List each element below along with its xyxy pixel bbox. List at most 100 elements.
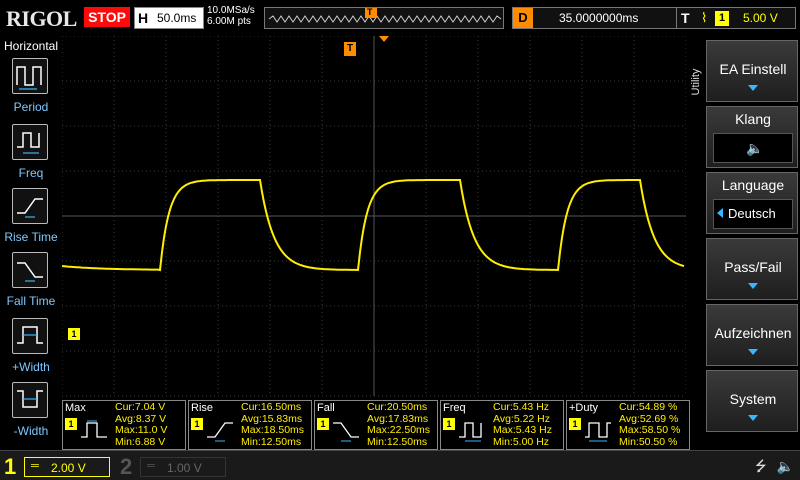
- frequency-icon: [459, 422, 482, 442]
- measure-negative-width-label: -Width: [13, 424, 49, 438]
- fall-time-icon: [333, 422, 359, 442]
- measurement-channel-badge: 1: [443, 418, 455, 430]
- frequency-icon: [12, 124, 48, 160]
- channel1-offset-marker[interactable]: 1: [68, 328, 80, 340]
- channel1-number: 1: [4, 454, 17, 479]
- measure-period-label: Period: [13, 100, 49, 114]
- measurement-maximum: Max:18.50ms: [241, 424, 305, 436]
- measurement-current: Cur:54.89 %: [619, 401, 678, 413]
- acquisition-info: 10.0MSa/s 6.00M pts: [207, 5, 263, 31]
- utility-menu: Utility EA Einstell Klang 🔈 Language Deu…: [686, 36, 800, 450]
- measure-rise-time-label: Rise Time: [4, 230, 58, 244]
- rigol-logo: RIGOL: [6, 6, 77, 31]
- measurement-minimum: Min:12.50ms: [241, 435, 302, 448]
- channel1-waveform: [61, 179, 685, 272]
- rise-time-icon: [12, 188, 48, 224]
- measure-fall-time-label: Fall Time: [6, 294, 56, 308]
- trigger-position-marker[interactable]: T: [344, 42, 356, 56]
- menu-sound-button[interactable]: Klang 🔈: [706, 106, 798, 168]
- measurement-maximum: Max:58.50 %: [619, 424, 681, 436]
- memory-trigger-marker: T: [367, 7, 373, 17]
- measurement-max[interactable]: Max 1 Cur:7.04 V Avg:8.37 V Max:11.0 V M…: [62, 400, 186, 450]
- menu-language-button[interactable]: Language Deutsch: [706, 172, 798, 234]
- menu-record-label: Aufzeichnen: [714, 325, 792, 341]
- speaker-muted-icon: 🔈: [746, 140, 764, 156]
- channel2-scale: 1.00 V: [167, 461, 202, 475]
- channel2-status[interactable]: 2 ═ 1.00 V: [116, 453, 226, 479]
- menu-io-settings-label: EA Einstell: [719, 61, 787, 77]
- timebase-box[interactable]: H 50.0ms: [134, 7, 204, 29]
- menu-pass-fail-label: Pass/Fail: [724, 259, 782, 275]
- measurement-current: Cur:20.50ms: [367, 401, 428, 413]
- max-icon: [81, 420, 107, 438]
- chevron-left-icon: [717, 208, 723, 218]
- measure-category-title: Horizontal: [3, 39, 59, 53]
- timebase-value: 50.0ms: [157, 11, 197, 25]
- delay-value: 35.0000000ms: [559, 11, 639, 25]
- menu-language-value-box: Deutsch: [713, 199, 793, 229]
- chevron-down-icon: [748, 283, 758, 289]
- utility-tab-label: Utility: [690, 68, 702, 96]
- channel2-scale-box: ═ 1.00 V: [140, 457, 226, 477]
- measurement-maximum: Max:22.50ms: [367, 424, 431, 436]
- memory-waveform-icon: [268, 8, 502, 23]
- trigger-source-badge: 1: [715, 11, 729, 26]
- menu-language-label: Language: [721, 177, 785, 193]
- measure-period[interactable]: Period: [0, 58, 62, 120]
- waveform-display[interactable]: T 1: [61, 35, 696, 450]
- menu-sound-label: Klang: [735, 111, 771, 127]
- rising-edge-icon: ⌇: [701, 10, 708, 25]
- delay-key: D: [513, 8, 533, 28]
- status-icons: ⭍ 🔈: [755, 456, 794, 480]
- utility-tab: Utility: [686, 36, 704, 156]
- menu-sound-value: 🔈: [713, 133, 793, 163]
- channel2-number: 2: [120, 454, 133, 479]
- positive-duty-icon: [585, 422, 611, 442]
- measurement-channel-badge: 1: [569, 418, 581, 430]
- chevron-down-icon: [748, 349, 758, 355]
- graticule: [61, 35, 687, 397]
- measurement-rise[interactable]: Rise 1 Cur:16.50ms Avg:15.83ms Max:18.50…: [188, 400, 312, 450]
- positive-width-icon: [12, 318, 48, 354]
- chevron-down-icon: [748, 415, 758, 421]
- measure-positive-width[interactable]: +Width: [0, 318, 62, 380]
- channel1-status[interactable]: 1 ═ 2.00 V: [0, 453, 110, 479]
- sample-rate: 10.0MSa/s: [207, 5, 255, 16]
- speaker-muted-icon: 🔈: [776, 458, 794, 474]
- fall-time-icon: [12, 252, 48, 288]
- dc-coupling-icon: ═: [31, 460, 39, 472]
- measurement-positive-duty[interactable]: +Duty 1 Cur:54.89 % Avg:52.69 % Max:58.5…: [566, 400, 690, 450]
- measurement-current: Cur:5.43 Hz: [493, 401, 550, 413]
- measurement-name: Fall: [317, 402, 335, 414]
- rise-time-icon: [207, 422, 233, 442]
- measurement-maximum: Max:5.43 Hz: [493, 424, 552, 436]
- channel1-scale: 2.00 V: [51, 461, 86, 475]
- measurement-channel-badge: 1: [65, 418, 77, 430]
- top-status-bar: RIGOL STOP H 50.0ms 10.0MSa/s 6.00M pts …: [0, 0, 800, 36]
- measurement-fall[interactable]: Fall 1 Cur:20.50ms Avg:17.83ms Max:22.50…: [314, 400, 438, 450]
- menu-system-button[interactable]: System: [706, 370, 798, 432]
- menu-io-settings-button[interactable]: EA Einstell: [706, 40, 798, 102]
- menu-pass-fail-button[interactable]: Pass/Fail: [706, 238, 798, 300]
- measure-frequency[interactable]: Freq: [0, 124, 62, 186]
- negative-width-icon: [12, 382, 48, 418]
- measure-menu: Horizontal Period Freq Rise Time Fall Ti…: [0, 36, 62, 450]
- channel1-scale-box: ═ 2.00 V: [24, 457, 110, 477]
- measurement-current: Cur:16.50ms: [241, 401, 302, 413]
- measurement-channel-badge: 1: [191, 418, 203, 430]
- horizontal-center-marker: [379, 36, 389, 42]
- measurement-name: Max: [65, 402, 86, 414]
- chevron-down-icon: [748, 85, 758, 91]
- menu-record-button[interactable]: Aufzeichnen: [706, 304, 798, 366]
- measurement-name: Freq: [443, 402, 466, 414]
- measure-fall-time[interactable]: Fall Time: [0, 252, 62, 314]
- measure-rise-time[interactable]: Rise Time: [0, 188, 62, 250]
- measurement-name: +Duty: [569, 402, 599, 414]
- measurement-channel-badge: 1: [317, 418, 329, 430]
- measure-negative-width[interactable]: -Width: [0, 382, 62, 444]
- horizontal-delay-box[interactable]: D 35.0000000ms: [512, 7, 698, 29]
- run-stop-indicator[interactable]: STOP: [84, 7, 130, 27]
- trigger-key: T: [681, 10, 690, 26]
- trigger-box[interactable]: T ⌇ 1 5.00 V: [676, 7, 796, 29]
- measurement-frequency[interactable]: Freq 1 Cur:5.43 Hz Avg:5.22 Hz Max:5.43 …: [440, 400, 564, 450]
